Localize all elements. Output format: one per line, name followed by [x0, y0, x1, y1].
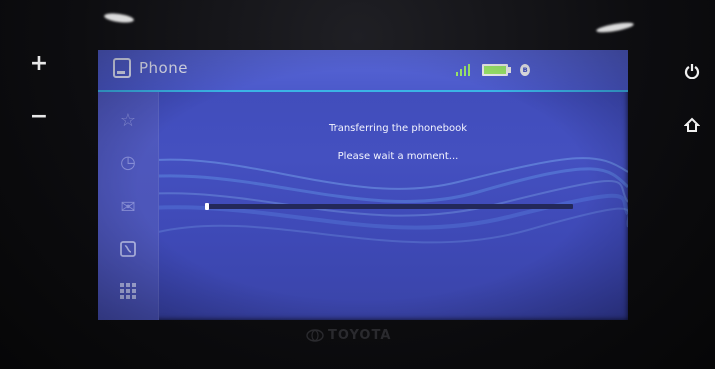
messages-tab[interactable]: ✉ — [116, 195, 140, 219]
signal-bars-icon — [456, 64, 470, 76]
bluetooth-icon: ʙ — [520, 64, 530, 76]
message-icon: ✉ — [120, 196, 136, 218]
history-tab[interactable]: ◷ — [116, 150, 140, 174]
status-area: ʙ — [456, 64, 530, 76]
favorites-tab[interactable]: ☆ — [116, 108, 140, 132]
touch-screen: Phone ʙ ☆ ◷ ✉ Transferring the phonebook… — [98, 50, 628, 320]
glare-reflection — [103, 11, 135, 25]
keypad-tab[interactable] — [116, 279, 140, 303]
brand-name: TOYOTA — [328, 328, 392, 343]
home-button[interactable] — [679, 112, 705, 138]
volume-down-button[interactable]: − — [26, 104, 52, 130]
power-button[interactable] — [679, 58, 705, 84]
keypad-icon — [120, 283, 136, 299]
phone-app-icon — [113, 58, 131, 78]
history-icon: ◷ — [120, 151, 136, 173]
head-unit-bezel: + − TOYOTA Phone ʙ ☆ ◷ ✉ Transferring th… — [0, 0, 715, 369]
wait-message-text: Please wait a moment... — [337, 151, 459, 162]
volume-up-button[interactable]: + — [26, 51, 52, 77]
home-icon — [684, 117, 700, 132]
contacts-tab[interactable] — [116, 237, 140, 261]
brand-logo: TOYOTA — [306, 328, 416, 343]
transfer-status-text: Transferring the phonebook — [328, 123, 468, 134]
app-title: Phone — [139, 59, 188, 77]
battery-icon — [482, 64, 511, 76]
power-icon — [684, 64, 700, 79]
phone-sidebar: ☆ ◷ ✉ — [98, 92, 159, 320]
glare-reflection — [595, 20, 635, 35]
toyota-emblem-icon — [306, 329, 324, 342]
transfer-progress-bar — [205, 203, 573, 210]
star-icon: ☆ — [119, 109, 137, 131]
title-bar: Phone ʙ — [98, 50, 628, 92]
contacts-icon — [120, 241, 136, 257]
progress-fill — [205, 203, 209, 210]
